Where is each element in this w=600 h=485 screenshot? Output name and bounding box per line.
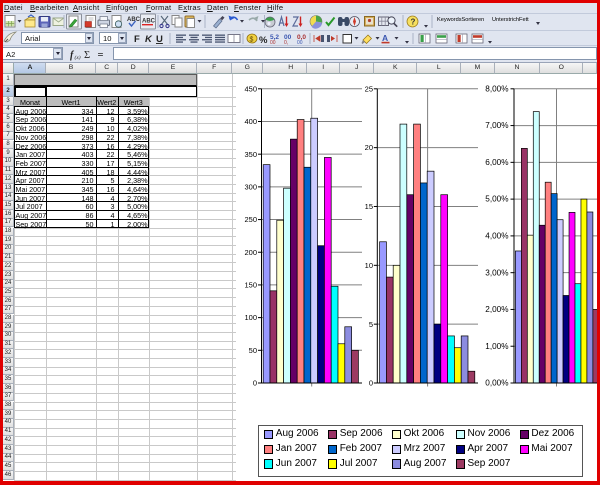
svg-text:4,00%: 4,00%: [485, 232, 508, 241]
svg-text:5: 5: [369, 320, 373, 329]
svg-text:400: 400: [244, 117, 257, 126]
svg-text:0,00%: 0,00%: [485, 379, 508, 388]
svg-text:450: 450: [244, 84, 257, 93]
svg-text:15: 15: [365, 202, 373, 211]
svg-text:50: 50: [249, 346, 257, 355]
svg-text:3,00%: 3,00%: [485, 268, 508, 277]
svg-text:250: 250: [244, 215, 257, 224]
svg-text:100: 100: [244, 313, 257, 322]
svg-text:150: 150: [244, 281, 257, 290]
svg-text:350: 350: [244, 150, 257, 159]
svg-text:2,00%: 2,00%: [485, 305, 508, 314]
svg-text:200: 200: [244, 248, 257, 257]
svg-text:0: 0: [253, 379, 257, 388]
svg-text:1,00%: 1,00%: [485, 342, 508, 351]
svg-text:7,00%: 7,00%: [485, 121, 508, 130]
svg-text:5,00%: 5,00%: [485, 195, 508, 204]
svg-text:20: 20: [365, 143, 373, 152]
svg-text:10: 10: [365, 261, 373, 270]
svg-text:0: 0: [369, 379, 373, 388]
svg-text:8,00%: 8,00%: [485, 84, 508, 93]
svg-text:25: 25: [365, 84, 373, 93]
svg-text:300: 300: [244, 182, 257, 191]
svg-text:6,00%: 6,00%: [485, 158, 508, 167]
